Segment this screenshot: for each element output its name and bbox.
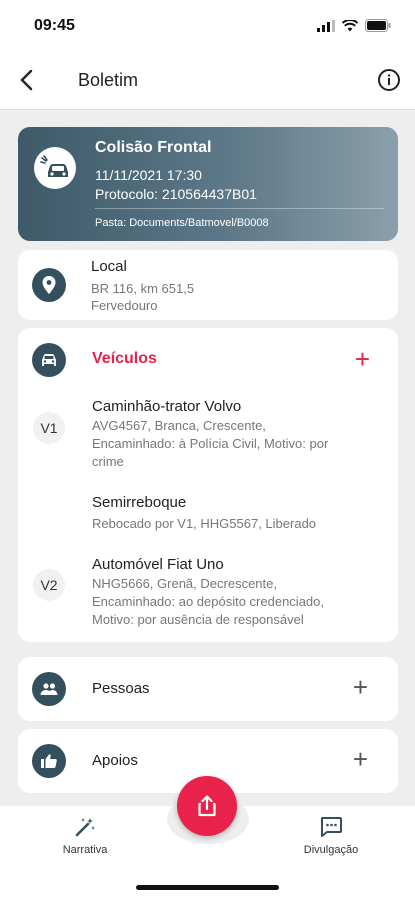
vehicle-detail-line: Encaminhado: ao depósito credenciado, — [92, 594, 324, 609]
home-indicator — [136, 885, 279, 890]
vehicle-detail-line: Encaminhado: à Polícia Civil, Motivo: po… — [92, 436, 329, 451]
occurrence-folder: Pasta: Documents/Batmovel/B0008 — [95, 217, 269, 229]
occurrence-card[interactable]: Colisão Frontal 11/11/2021 17:30 Protoco… — [18, 127, 398, 241]
add-support-button[interactable]: + — [353, 746, 368, 772]
back-arrow-icon — [20, 69, 33, 91]
vehicle-detail-line: AVG4567, Branca, Crescente, — [92, 418, 266, 433]
vehicle-title: Automóvel Fiat Uno — [92, 556, 224, 573]
vehicle-detail-line: crime — [92, 454, 124, 469]
magic-wand-icon — [75, 818, 95, 837]
vehicle-detail-line: Rebocado por V1, HHG5567, Liberado — [92, 516, 317, 531]
add-vehicle-button[interactable]: + — [355, 346, 370, 372]
occurrence-datetime: 11/11/2021 17:30 — [95, 167, 202, 183]
signal-icon — [317, 19, 335, 32]
vehicle-detail-line: Motivo: por ausência de responsável — [92, 612, 304, 627]
vehicle-title: Caminhão-trator Volvo — [92, 398, 242, 415]
status-time: 09:45 — [34, 17, 75, 34]
local-city: Fervedouro — [91, 298, 158, 313]
supports-label: Apoios — [92, 752, 138, 769]
vehicle-badge: V1 — [33, 412, 65, 444]
info-button[interactable] — [377, 68, 401, 92]
occurrence-title: Colisão Frontal — [95, 139, 212, 156]
thumbs-up-icon — [32, 744, 66, 778]
chat-icon — [321, 817, 342, 837]
local-card[interactable]: Local BR 116, km 651,5 Fervedouro — [18, 250, 398, 320]
nav-narrativa-label: Narrativa — [62, 844, 108, 856]
page-title: Boletim — [78, 70, 139, 90]
nav-divulgacao[interactable]: Divulgação — [286, 816, 376, 856]
car-icon — [32, 343, 66, 377]
people-icon — [32, 672, 66, 706]
collision-icon — [34, 147, 76, 189]
location-pin-icon — [32, 268, 66, 302]
people-card[interactable]: Pessoas + — [18, 657, 398, 721]
status-bar: 09:45 — [0, 0, 415, 50]
local-label: Local — [91, 258, 127, 275]
vehicle-title: Semirreboque — [92, 494, 187, 511]
vehicles-label: Veículos — [92, 350, 157, 367]
nav-divulgacao-label: Divulgação — [303, 844, 359, 856]
divider — [95, 208, 384, 209]
vehicles-card: Veículos + V1 Caminhão-trator Volvo AVG4… — [18, 328, 398, 642]
nav-narrativa[interactable]: Narrativa — [40, 816, 130, 856]
back-button[interactable] — [12, 66, 40, 94]
battery-icon — [365, 19, 391, 32]
local-address: BR 116, km 651,5 — [91, 281, 195, 296]
status-icons — [317, 19, 391, 32]
vehicle-badge: V2 — [33, 569, 65, 601]
people-label: Pessoas — [92, 680, 150, 697]
add-person-button[interactable]: + — [353, 674, 368, 700]
vehicle-detail-line: NHG5666, Grenã, Decrescente, — [92, 576, 277, 591]
info-icon — [378, 69, 400, 91]
share-button[interactable] — [177, 776, 237, 836]
app-bar: Boletim — [0, 50, 415, 110]
occurrence-protocol: Protocolo: 210564437B01 — [95, 186, 257, 202]
wifi-icon — [342, 19, 358, 31]
share-icon — [198, 795, 216, 817]
